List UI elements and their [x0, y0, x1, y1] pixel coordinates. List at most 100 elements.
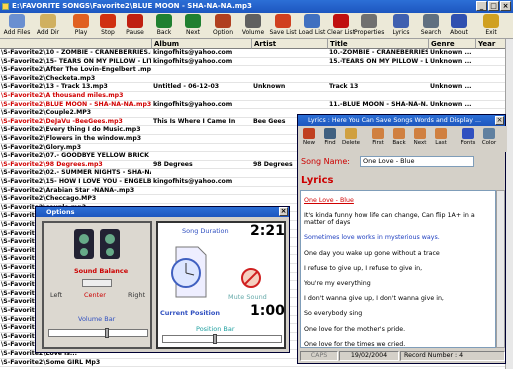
play-button[interactable]: Play [66, 14, 96, 38]
table-cell: \S-Favorite2\BLUE MOON - SHA-NA-NA.mp3 [1, 100, 151, 108]
sound-balance-label: Sound Balance [74, 267, 129, 275]
lyrics-line: You're my everything [304, 279, 371, 287]
about-button[interactable]: About [444, 14, 474, 38]
next-button[interactable]: Next [178, 14, 208, 38]
lyrics-delete-button[interactable]: Delete [342, 128, 360, 146]
column-header[interactable]: Genre [429, 39, 476, 49]
table-cell: Unknown ... [430, 100, 472, 108]
lyrics-toolbar-label: Next [413, 140, 427, 146]
volume-thumb[interactable] [105, 328, 109, 338]
mute-icon[interactable] [238, 265, 264, 291]
add-files-button[interactable]: Add Files [2, 14, 32, 38]
table-cell: 15.-TEARS ON MY PILLOW - LITT... [329, 57, 428, 65]
properties-button[interactable]: Properties [354, 14, 384, 38]
position-thumb[interactable] [213, 334, 217, 344]
table-row[interactable]: \S-Favorite2\After The Lovin-Engelbert .… [0, 66, 513, 75]
table-cell: kingofhits@yahoo.com [153, 100, 233, 108]
table-row[interactable]: \S-Favorite2\A thousand miles.mp3 [0, 92, 513, 101]
minimize-button[interactable]: _ [476, 1, 487, 11]
position-slider[interactable] [162, 334, 282, 344]
column-header[interactable]: Album [152, 39, 252, 49]
next-icon [414, 128, 426, 139]
lyrics-last-button[interactable]: Last [432, 128, 450, 146]
lyrics-line: Sometimes love works in mysterious ways. [304, 234, 440, 242]
lyrics-new-button[interactable]: New [300, 128, 318, 146]
search-icon [423, 14, 439, 28]
table-cell: \S-Favorite2\98 Degrees.mp3 [1, 160, 103, 168]
lyrics-toolbar-label: Delete [342, 140, 361, 146]
table-row[interactable]: \S-Favorite2\Checketa.mp3 [0, 75, 513, 84]
lyrics-fonts-button[interactable]: Fonts [459, 128, 477, 146]
volume-button[interactable]: Volume [238, 14, 268, 38]
close-button[interactable]: × [500, 1, 511, 11]
balance-panel: Sound Balance Left Center Right Volume B… [42, 221, 152, 349]
add-files-icon [9, 14, 25, 28]
balance-slider[interactable] [82, 279, 112, 287]
lyrics-title: Lyrics : Here You Can Save Songs Words a… [308, 117, 482, 124]
table-cell: Track 13 [329, 83, 359, 91]
lyrics-scrollbar[interactable] [496, 190, 505, 348]
table-row[interactable]: \S-Favorite2\13 - Track 13.mp3 Untitled -… [0, 83, 513, 92]
clear-list-button[interactable]: Clear List [326, 14, 356, 38]
lyrics-first-button[interactable]: First [369, 128, 387, 146]
lyrics-line: I refuse to give up, I refuse to give in… [304, 264, 423, 272]
lyrics-find-button[interactable]: Find [321, 128, 339, 146]
column-header[interactable]: Artist [252, 39, 328, 49]
table-cell: \S-Favorite2\Couple2.MP3 [1, 109, 92, 117]
table-row[interactable]: \S-Favorite2\15- TEARS ON MY PILLOW - LI… [0, 58, 513, 67]
volume-bar-label: Volume Bar [78, 315, 116, 323]
lyrics-text-area[interactable]: One Love - Blue It's kinda funny how life… [300, 190, 496, 348]
caps-indicator: CAPS [300, 351, 338, 361]
table-cell: \S-Favorite2\07.- GOODBYE YELLOW BRICK R… [1, 152, 151, 160]
date-indicator: 19/02/2004 [339, 351, 399, 361]
column-header[interactable]: Title [328, 39, 429, 49]
options-close-button[interactable]: × [279, 207, 288, 216]
table-cell: \S-Favorite2\A thousand miles.mp3 [1, 92, 124, 99]
lyrics-color-button[interactable]: Color [480, 128, 498, 146]
exit-button[interactable]: Exit [476, 14, 506, 38]
pause-button[interactable]: Pause [120, 14, 150, 38]
toolbar-label: Play [74, 29, 88, 36]
back-icon [156, 14, 172, 28]
table-cell: Unknown ... [430, 57, 472, 65]
last-icon [435, 128, 447, 139]
lyrics-back-button[interactable]: Back [390, 128, 408, 146]
lyrics-toolbar-label: New [303, 140, 315, 146]
balance-left-label: Left [50, 291, 63, 299]
options-window: Options × Sound Balance Left Center Righ… [35, 206, 290, 353]
maximize-button[interactable]: □ [488, 1, 499, 11]
song-name-label: Song Name: [301, 157, 350, 166]
toolbar-label: About [450, 29, 468, 36]
add-dir-icon [40, 14, 56, 28]
playlist-scrollbar[interactable] [505, 39, 513, 369]
next-icon [185, 14, 201, 28]
song-name-field[interactable]: One Love - Blue [360, 156, 474, 167]
lyrics-close-button[interactable]: × [495, 116, 504, 125]
toolbar-label: Add Files [3, 29, 31, 36]
toolbar-label: Next [186, 29, 200, 36]
table-row[interactable]: \S-Favorite2\10 - ZOMBIE - CRANEBERRIES.… [0, 49, 513, 58]
table-row[interactable]: \S-Favorite2\BLUE MOON - SHA-NA-NA.mp3 ki… [0, 101, 513, 110]
volume-slider[interactable] [48, 328, 148, 338]
lyrics-button[interactable]: Lyrics [386, 14, 416, 38]
save-list-button[interactable]: Save List [268, 14, 298, 38]
table-cell: \S-Favorite2\DeJaVu -BeeGees.mp3 [1, 117, 123, 125]
option-button[interactable]: Option [208, 14, 238, 38]
current-position-label: Current Position [160, 309, 220, 317]
add-dir-button[interactable]: Add Dir [33, 14, 63, 38]
clear-list-icon [333, 14, 349, 28]
table-cell: \S-Favorite2\Checcago.MP3 [1, 195, 97, 203]
table-cell: Unknown ... [430, 49, 472, 56]
stop-button[interactable]: Stop [93, 14, 123, 38]
table-cell: \S-Favorite2\15- TEARS ON MY PILLOW - LI… [1, 57, 151, 65]
color-icon [483, 128, 495, 139]
lyrics-next-button[interactable]: Next [411, 128, 429, 146]
toolbar-label: Search [420, 29, 442, 36]
window-title: E:\FAVORITE SONGS\Favorite2\BLUE MOON - … [12, 2, 252, 10]
lyrics-toolbar: New Find Delete First Back Next Last Fonts Color [298, 126, 507, 152]
stop-icon [100, 14, 116, 28]
back-button[interactable]: Back [149, 14, 179, 38]
column-header[interactable] [0, 39, 152, 49]
load-list-button[interactable]: Load List [297, 14, 327, 38]
search-button[interactable]: Search [416, 14, 446, 38]
